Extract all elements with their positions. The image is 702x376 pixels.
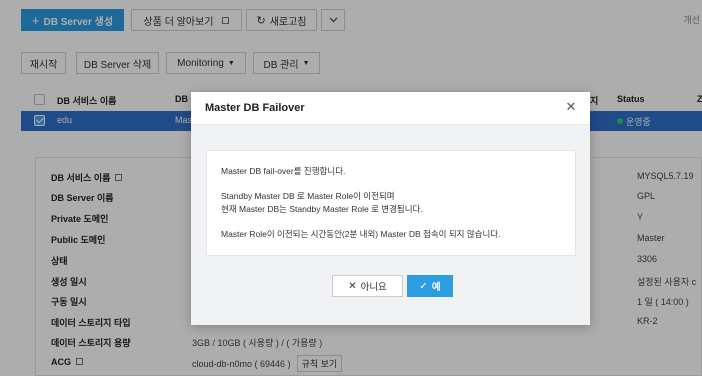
message-line-4: Master Role이 이전되는 시간동안(2분 내외) Master DB … [221, 229, 501, 239]
dialog-body: Master DB fail-over를 진행합니다. Standby Mast… [191, 125, 590, 325]
message-box: Master DB fail-over를 진행합니다. Standby Mast… [206, 150, 576, 256]
dialog-title: Master DB Failover [205, 102, 305, 114]
message-line-1: Master DB fail-over를 진행합니다. [221, 166, 346, 176]
message-line-2: Standby Master DB 로 Master Role이 이전되며 [221, 191, 395, 201]
yes-label: 예 [431, 282, 441, 293]
check-icon: ✓ [419, 280, 428, 292]
message-line-3: 현재 Master DB는 Standby Master Role 로 변경됩니… [221, 204, 423, 214]
close-icon[interactable]: ✕ [564, 100, 578, 114]
close-icon: ✕ [348, 280, 357, 292]
yes-button[interactable]: ✓ 예 [407, 275, 453, 297]
failover-dialog: Master DB Failover ✕ Master DB fail-over… [191, 92, 590, 325]
no-label: 아니요 [360, 282, 387, 293]
dialog-header: Master DB Failover ✕ [191, 92, 590, 125]
no-button[interactable]: ✕ 아니요 [332, 275, 403, 297]
